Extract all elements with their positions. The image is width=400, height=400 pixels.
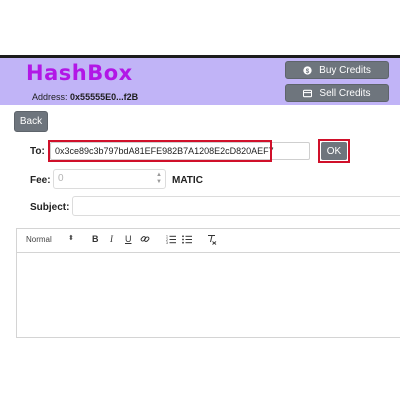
fee-stepper-icon[interactable]: ▲ ▼ [155, 172, 163, 186]
address-value: 0x55555E0...f2B [70, 92, 139, 102]
svg-text:$: $ [306, 67, 310, 74]
bullet-list-icon[interactable] [182, 234, 192, 244]
wallet-address: Address: 0x55555E0...f2B [32, 92, 138, 102]
sell-credits-button[interactable]: Sell Credits [285, 84, 389, 102]
svg-text:3: 3 [166, 241, 168, 244]
fee-input[interactable]: 0 [53, 169, 166, 189]
ok-button[interactable]: OK [321, 142, 347, 160]
bold-button[interactable]: B [92, 234, 99, 244]
underline-button[interactable]: U [125, 234, 132, 244]
italic-button[interactable]: I [110, 234, 113, 244]
brand-logo: HashBox [26, 61, 133, 85]
link-icon[interactable] [140, 234, 150, 244]
clear-format-icon[interactable] [207, 234, 217, 245]
format-select[interactable]: Normal [26, 235, 52, 244]
sell-credits-label: Sell Credits [319, 87, 371, 99]
address-label: Address: [32, 92, 68, 102]
buy-credits-button[interactable]: $ Buy Credits [285, 61, 389, 79]
subject-input[interactable] [72, 196, 400, 216]
fee-label: Fee: [30, 175, 51, 186]
ordered-list-icon[interactable]: 1 2 3 [166, 234, 176, 244]
recipient-highlight [48, 140, 272, 162]
wallet-icon [303, 89, 313, 97]
to-label: To: [30, 146, 45, 157]
fee-unit: MATIC [172, 175, 203, 186]
subject-label: Subject: [30, 202, 70, 213]
dollar-circle-icon: $ [303, 65, 312, 74]
select-caret-icon: ⬍ [68, 235, 74, 242]
back-button[interactable]: Back [14, 111, 48, 132]
toolbar-divider [16, 252, 400, 253]
buy-credits-label: Buy Credits [319, 64, 371, 76]
